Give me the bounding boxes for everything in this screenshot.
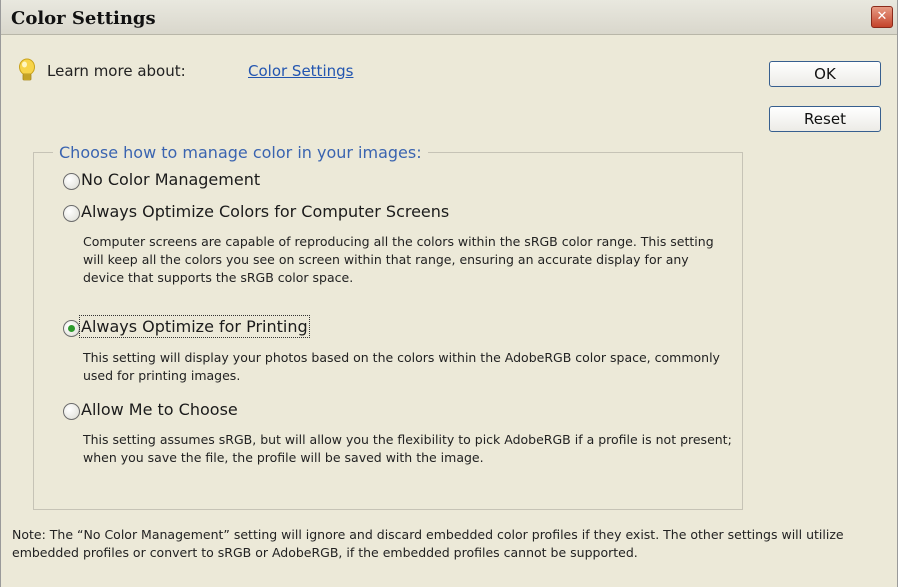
radio-no-color-management[interactable] — [63, 173, 80, 190]
dialog-title: Color Settings — [11, 8, 156, 29]
option-label-no-color-management[interactable]: No Color Management — [81, 170, 260, 189]
color-settings-dialog: Color Settings ✕ Learn more about: Color… — [0, 0, 898, 587]
radio-allow-me-to-choose[interactable] — [63, 403, 80, 420]
lightbulb-icon — [19, 58, 35, 81]
close-icon: ✕ — [876, 9, 888, 24]
close-button[interactable]: ✕ — [871, 6, 893, 28]
option-description-optimize-printing: This setting will display your photos ba… — [83, 350, 720, 383]
option-label-optimize-screens[interactable]: Always Optimize Colors for Computer Scre… — [81, 202, 449, 221]
radio-optimize-printing[interactable] — [63, 320, 80, 337]
radio-optimize-screens[interactable] — [63, 205, 80, 222]
title-bar[interactable]: Color Settings ✕ — [1, 0, 897, 35]
option-description-optimize-screens: Computer screens are capable of reproduc… — [83, 234, 714, 285]
footer-note: Note: The “No Color Management” setting … — [12, 527, 844, 560]
option-label-optimize-printing[interactable]: Always Optimize for Printing — [79, 315, 310, 338]
option-label-allow-me-to-choose[interactable]: Allow Me to Choose — [81, 400, 238, 419]
group-legend: Choose how to manage color in your image… — [53, 143, 428, 162]
color-settings-help-link[interactable]: Color Settings — [248, 62, 353, 80]
ok-button[interactable]: OK — [769, 61, 881, 87]
option-description-allow-me-to-choose: This setting assumes sRGB, but will allo… — [83, 432, 732, 465]
reset-button[interactable]: Reset — [769, 106, 881, 132]
learn-more-label: Learn more about: — [47, 62, 186, 80]
